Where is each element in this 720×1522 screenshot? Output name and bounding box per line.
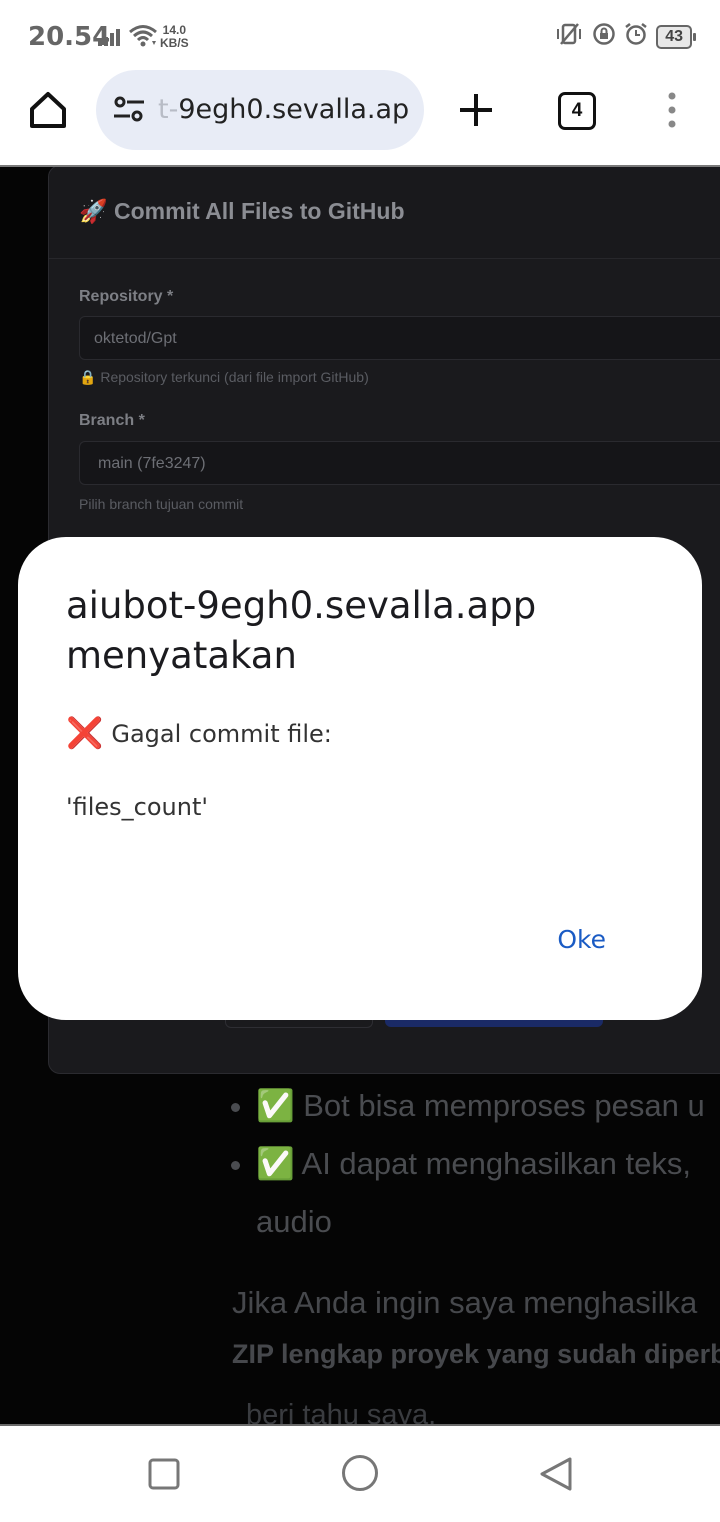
- branch-select[interactable]: main (7fe3247): [79, 441, 720, 485]
- lock-icon: 🔒: [79, 369, 97, 385]
- status-bar: 20.54 14.0 KB/S 43: [0, 0, 720, 70]
- wifi-icon: [128, 24, 158, 53]
- network-speed-value: 14.0: [162, 23, 187, 37]
- repository-hint-text: Repository terkunci (dari file import Gi…: [100, 369, 369, 385]
- url-text[interactable]: t-9egh0.sevalla.app: [158, 94, 410, 125]
- list-item-text: audio: [256, 1204, 332, 1239]
- new-tab-icon[interactable]: [456, 90, 496, 135]
- alert-dialog: aiubot-9egh0.sevalla.app menyatakan ❌ Ga…: [18, 537, 702, 1020]
- error-x-icon: ❌: [66, 716, 104, 751]
- site-settings-icon[interactable]: [112, 94, 146, 129]
- battery-level: 43: [665, 27, 683, 45]
- dialog-message-text: Gagal commit file:: [111, 720, 332, 748]
- rotation-lock-icon: [592, 22, 616, 51]
- list-item: ✅ AI dapat menghasilkan teks, audio: [256, 1135, 720, 1251]
- recent-apps-icon[interactable]: [148, 1458, 180, 1495]
- home-icon[interactable]: [28, 90, 68, 135]
- chat-paragraph: beri tahu saya.: [246, 1399, 437, 1424]
- chat-paragraph: Jika Anda ingin saya menghasilka: [232, 1285, 698, 1320]
- alarm-icon: [624, 22, 648, 51]
- ok-button[interactable]: Oke: [557, 925, 606, 954]
- more-menu-icon[interactable]: [662, 90, 682, 135]
- url-text-faded: t-: [158, 94, 179, 125]
- network-speed-unit: KB/S: [160, 36, 189, 50]
- chat-paragraph-bold: ZIP lengkap proyek yang sudah diperb: [232, 1339, 720, 1369]
- panel-title: 🚀 Commit All Files to GitHub: [79, 198, 405, 224]
- back-icon[interactable]: [538, 1456, 574, 1497]
- list-item: ✅ Bot bisa memproses pesan u: [256, 1077, 720, 1135]
- system-nav-bar: [0, 1424, 720, 1522]
- branch-label: Branch *: [79, 412, 145, 429]
- tab-switcher-button[interactable]: 4: [558, 92, 596, 130]
- browser-toolbar: t-9egh0.sevalla.app 4: [0, 70, 720, 167]
- address-bar[interactable]: t-9egh0.sevalla.app: [96, 70, 424, 150]
- panel-header: 🚀 Commit All Files to GitHub: [49, 167, 720, 259]
- home-nav-icon[interactable]: [341, 1454, 379, 1497]
- dialog-error-detail: 'files_count': [66, 793, 208, 821]
- battery-icon: 43: [656, 24, 696, 49]
- repository-label: Repository *: [79, 288, 174, 305]
- branch-hint: Pilih branch tujuan commit: [79, 496, 244, 512]
- check-icon: ✅: [256, 1146, 295, 1181]
- signal-icon: [98, 28, 122, 51]
- network-speed: 14.0 KB/S: [160, 24, 189, 50]
- list-item-text: AI dapat menghasilkan teks,: [301, 1146, 691, 1181]
- repository-field[interactable]: oktetod/Gpt: [79, 316, 720, 360]
- vibrate-icon: [554, 22, 584, 51]
- repository-hint: 🔒 Repository terkunci (dari file import …: [79, 369, 369, 386]
- url-text-host: 9egh0.sevalla.app: [178, 94, 410, 125]
- check-icon: ✅: [256, 1088, 295, 1123]
- dialog-message: ❌ Gagal commit file:: [66, 719, 332, 749]
- chat-list: ✅ Bot bisa memproses pesan u ✅ AI dapat …: [232, 1077, 720, 1251]
- list-item-text: Bot bisa memproses pesan u: [303, 1088, 705, 1123]
- dialog-title: aiubot-9egh0.sevalla.app menyatakan: [66, 584, 537, 677]
